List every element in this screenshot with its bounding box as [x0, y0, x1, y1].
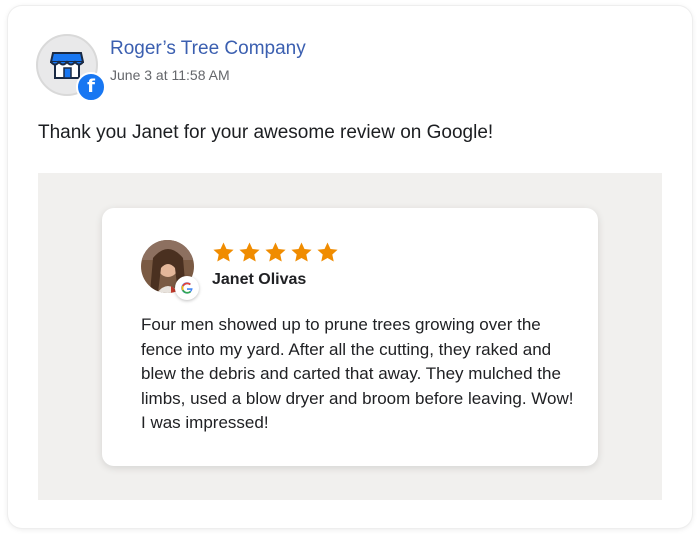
star-rating [212, 241, 339, 264]
facebook-icon: f [76, 72, 106, 102]
review-text: Four men showed up to prune trees growin… [141, 315, 574, 432]
star-icon [265, 242, 286, 262]
storefront-icon [50, 52, 84, 79]
post-timestamp[interactable]: June 3 at 11:58 AM [110, 67, 230, 83]
star-icon [239, 242, 260, 262]
star-icon [291, 242, 312, 262]
star-icon [317, 242, 338, 262]
post-text: Thank you Janet for your awesome review … [38, 122, 494, 143]
page-name-link[interactable]: Roger’s Tree Company [110, 38, 306, 60]
reviewer-name: Janet Olivas [212, 271, 307, 288]
star-icon [213, 242, 234, 262]
google-icon [175, 276, 199, 300]
